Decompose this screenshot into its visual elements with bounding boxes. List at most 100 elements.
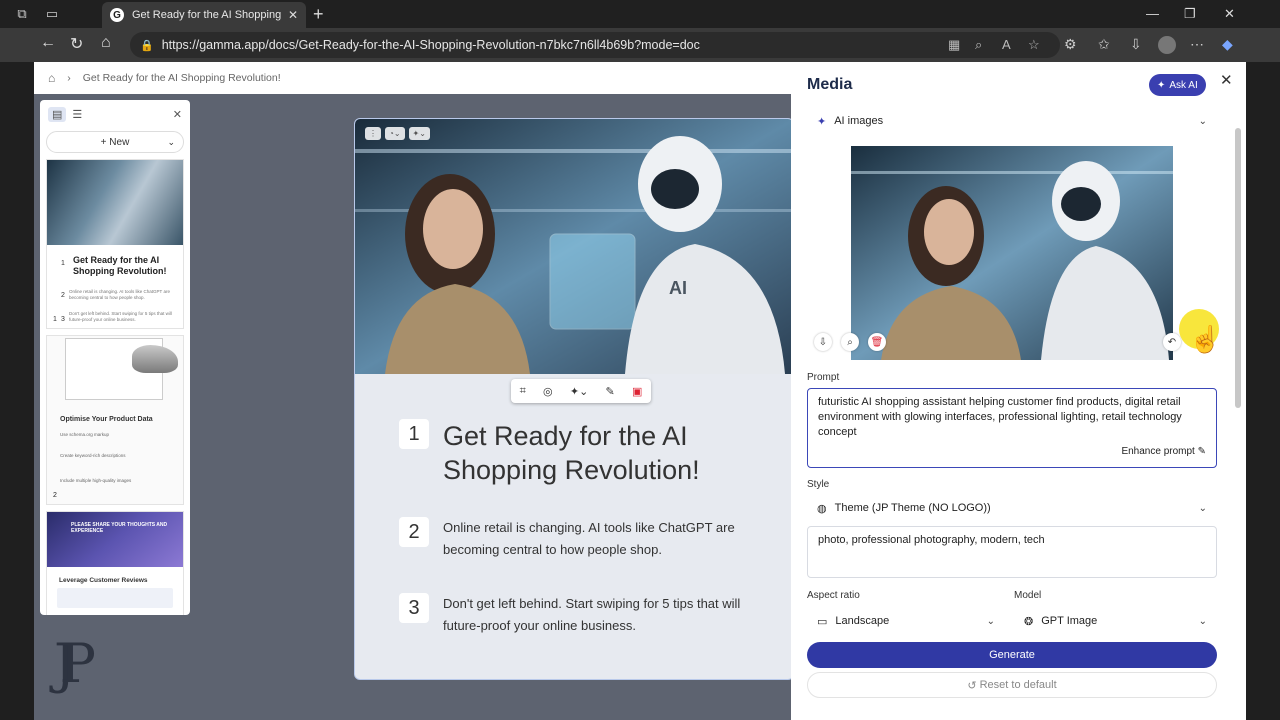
list-item[interactable]: 3 Don't get left behind. Start swiping f… [399, 593, 753, 637]
aspect-ratio-select[interactable]: ▭ Landscape ⌄ [807, 608, 1005, 634]
style-select[interactable]: ◍ Theme (JP Theme (NO LOGO)) ⌄ [807, 495, 1217, 521]
media-source-select[interactable]: ✦ AI images ⌄ [807, 108, 1217, 134]
downloads-icon[interactable]: ⇩ [1130, 36, 1142, 53]
close-tab-icon[interactable]: ✕ [288, 8, 298, 22]
zoom-in-icon[interactable]: ⌕ [841, 333, 859, 351]
back-icon[interactable]: ← [40, 34, 56, 52]
chevron-down-icon: ⌄ [1198, 615, 1207, 627]
zoom-icon[interactable]: ⌕ [975, 37, 982, 53]
workspaces-icon[interactable]: ⧉ [14, 6, 30, 22]
new-tab-icon[interactable]: + [313, 4, 324, 25]
card-title[interactable]: Get Ready for the AI Shopping Revolution… [443, 419, 743, 487]
focus-icon[interactable]: ◎ [543, 385, 553, 398]
item-text[interactable]: Online retail is changing. AI tools like… [443, 517, 753, 561]
jp-logo: JP [54, 632, 96, 695]
edit-icon[interactable]: ✎ [606, 385, 615, 398]
new-card-button[interactable]: + New ⌄ [46, 131, 184, 153]
chevron-down-icon: ⌄ [986, 615, 995, 627]
landscape-icon: ▭ [817, 615, 828, 628]
ask-ai-button[interactable]: ✦ Ask AI [1149, 74, 1206, 96]
item-number: 3 [399, 593, 429, 623]
thumb-list-item: Create keyword-rich descriptions [60, 453, 126, 458]
thumbnail-image [47, 160, 183, 245]
palette-icon: ◍ [817, 502, 827, 515]
refresh-icon[interactable]: ↻ [70, 34, 83, 54]
model-label: Model [1014, 590, 1042, 601]
tab-title: Get Ready for the AI Shopping Re [132, 9, 282, 21]
download-icon[interactable]: ⇩ [814, 333, 832, 351]
thumb-text: Don't get left behind. Start swiping for… [69, 311, 172, 322]
thumb-num: 3 [61, 316, 65, 323]
gamma-favicon-icon: G [110, 8, 124, 22]
undo-icon[interactable]: ↶ [1163, 333, 1181, 351]
thumb-title: Optimise Your Product Data [60, 416, 153, 423]
browser-tab-bar: ⧉ ▭ G Get Ready for the AI Shopping Re ✕… [0, 0, 1280, 28]
close-sidebar-icon[interactable]: ✕ [173, 108, 182, 121]
hero-image[interactable]: AI ⋮ ◔⌄ ✦⌄ [355, 119, 793, 374]
url-field[interactable]: 🔒 https://gamma.app/docs/Get-Ready-for-t… [130, 32, 1060, 58]
breadcrumb-current[interactable]: Get Ready for the AI Shopping Revolution… [83, 72, 281, 84]
thumb-num: 1 [61, 260, 65, 267]
thumb-list-item: Include multiple high-quality images [60, 478, 132, 483]
chevron-down-icon: ⌄ [1198, 502, 1207, 514]
panel-scrollbar[interactable] [1235, 128, 1241, 408]
thumbnail-view-icon[interactable]: ▤ [48, 106, 67, 122]
read-aloud-icon[interactable]: A [1002, 37, 1011, 52]
slide-card[interactable]: AI ⋮ ◔⌄ ✦⌄ ⌗ ◎ ✦⌄ ✎ ▣ 1 Get Ready for th… [354, 118, 794, 680]
maximize-icon[interactable]: ❐ [1184, 6, 1196, 22]
home-icon[interactable]: ⌂ [48, 71, 55, 85]
svg-text:AI: AI [669, 278, 687, 298]
media-panel: Media ✦ Ask AI ✕ ✦ AI images ⌄ ⇩ ⌕ 🗑 ↶ ☝… [791, 62, 1246, 720]
favorites-icon[interactable]: ✩ [1098, 36, 1110, 53]
slide-number: 1 [53, 316, 57, 323]
thumb-title: Get Ready for the AI Shopping Revolution… [73, 255, 167, 276]
card-thumbnail-1[interactable]: 1 Get Ready for the AI Shopping Revoluti… [46, 159, 184, 329]
generated-image[interactable] [851, 146, 1173, 360]
more-options-icon[interactable]: ⋯ [1190, 36, 1204, 53]
copilot-icon[interactable]: ◆ [1222, 36, 1233, 53]
card-sidebar: ▤ ☰ ✕ + New ⌄ 1 Get Ready for the AI Sho… [40, 100, 190, 615]
crop-icon[interactable]: ⌗ [520, 385, 526, 398]
thumb-num: 2 [61, 292, 65, 299]
shoe-image [132, 345, 178, 373]
home-icon[interactable]: ⌂ [101, 34, 111, 52]
thumbnail-doc-image [65, 338, 178, 400]
item-text[interactable]: Don't get left behind. Start swiping for… [443, 593, 753, 637]
list-item[interactable]: 1 Get Ready for the AI Shopping Revoluti… [399, 419, 743, 487]
style-keywords-input[interactable]: photo, professional photography, modern,… [807, 526, 1217, 578]
delete-icon[interactable]: 🗑 [868, 333, 886, 351]
close-panel-icon[interactable]: ✕ [1220, 71, 1233, 89]
chevron-down-icon[interactable]: ⌄ [167, 137, 175, 148]
model-select[interactable]: ❂ GPT Image ⌄ [1014, 608, 1217, 634]
enhance-prompt-button[interactable]: Enhance prompt ✎ [1121, 444, 1206, 459]
minimize-icon[interactable]: — [1146, 6, 1159, 21]
slide-number: 2 [53, 492, 57, 499]
ai-edit-icon[interactable]: ✦⌄ [408, 127, 430, 140]
generated-illustration [851, 146, 1173, 360]
layout-icon[interactable]: ◔⌄ [385, 127, 405, 140]
remove-image-icon[interactable]: ▣ [632, 385, 642, 398]
aspect-ratio-label: Aspect ratio [807, 590, 860, 601]
favorite-star-icon[interactable]: ☆ [1028, 37, 1040, 53]
browser-tab[interactable]: G Get Ready for the AI Shopping Re ✕ [102, 2, 306, 28]
prompt-text: futuristic AI shopping assistant helping… [818, 396, 1182, 438]
card-thumbnail-3[interactable]: PLEASE SHARE YOUR THOUGHTS AND EXPERIENC… [46, 511, 184, 615]
generate-button[interactable]: Generate [807, 642, 1217, 668]
list-view-icon[interactable]: ☰ [72, 108, 82, 121]
hand-cursor-icon: ☝ [1189, 324, 1222, 354]
prompt-input[interactable]: futuristic AI shopping assistant helping… [807, 388, 1217, 468]
drag-handle-icon[interactable]: ⋮ [365, 127, 381, 140]
url-text: https://gamma.app/docs/Get-Ready-for-the… [161, 38, 700, 52]
block-toolbar: ⋮ ◔⌄ ✦⌄ [365, 127, 430, 140]
reset-button[interactable]: ↺ Reset to default [807, 672, 1217, 698]
site-info-icon[interactable]: 🔒 [140, 39, 154, 52]
tab-actions-icon[interactable]: ▭ [44, 6, 60, 22]
close-window-icon[interactable]: ✕ [1224, 6, 1235, 22]
app-available-icon[interactable]: ▦ [948, 37, 960, 53]
profile-avatar[interactable] [1158, 36, 1176, 54]
list-item[interactable]: 2 Online retail is changing. AI tools li… [399, 517, 753, 561]
plus-sparkle-icon: ✦ [817, 115, 827, 128]
card-thumbnail-2[interactable]: Optimise Your Product Data Use schema.or… [46, 335, 184, 505]
extensions-icon[interactable]: ⚙ [1064, 36, 1077, 53]
ai-sparkle-icon[interactable]: ✦⌄ [570, 385, 588, 398]
